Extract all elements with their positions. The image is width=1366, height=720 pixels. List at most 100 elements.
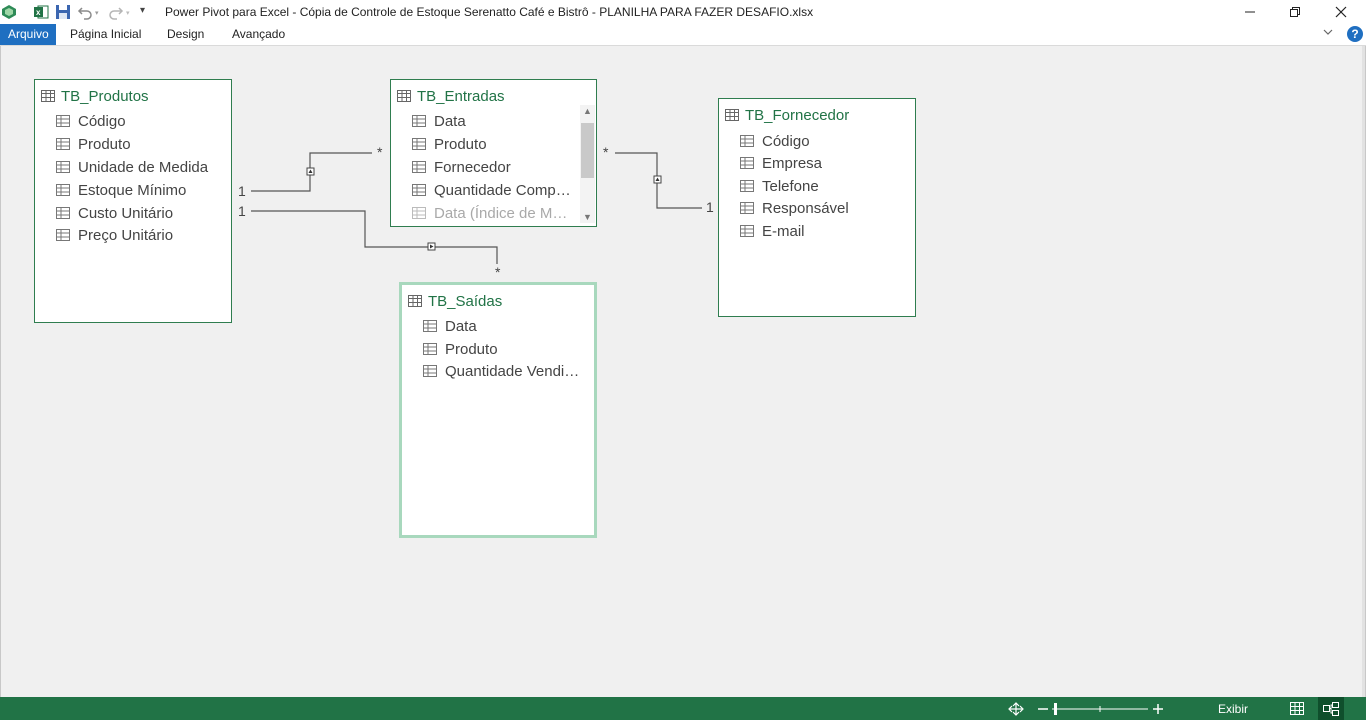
fit-to-screen-icon[interactable] [1007, 697, 1025, 720]
table-card-tb-fornecedor[interactable]: TB_Fornecedor Código Empresa Telefone Re… [718, 98, 916, 317]
field-label: Custo Unitário [78, 204, 174, 222]
column-icon [412, 184, 426, 196]
table-card-tb-produtos[interactable]: TB_Produtos Código Produto Unidade de Me… [34, 79, 232, 323]
column-icon [740, 225, 754, 237]
table-header[interactable]: TB_Produtos [41, 86, 149, 106]
grid-view-icon [1290, 702, 1304, 715]
field-label: Código [762, 132, 810, 150]
field-item[interactable]: Código [740, 131, 810, 151]
close-button[interactable] [1318, 0, 1364, 24]
field-item[interactable]: Data [423, 316, 477, 336]
diagram-view-button[interactable] [1318, 697, 1344, 720]
field-item[interactable]: Quantidade Comp… [412, 180, 571, 200]
field-item[interactable]: Produto [423, 339, 498, 359]
help-button[interactable]: ? [1347, 26, 1363, 42]
column-icon [423, 343, 437, 355]
scrollbar-thumb[interactable] [581, 123, 594, 178]
zoom-slider[interactable] [1052, 697, 1148, 720]
field-item[interactable]: Telefone [740, 176, 819, 196]
column-icon [56, 207, 70, 219]
field-item[interactable]: Unidade de Medida [56, 157, 208, 177]
tab-design[interactable]: Design [159, 24, 212, 45]
undo-dropdown-icon[interactable]: ▾ [95, 9, 99, 17]
scroll-up-icon[interactable]: ▲ [580, 106, 595, 116]
column-icon [56, 115, 70, 127]
power-pivot-window: x ▾ ▾ ▾ Power Pivot para Excel - Cópia d… [0, 0, 1366, 720]
scroll-down-icon[interactable]: ▼ [580, 212, 595, 222]
restore-icon [1290, 7, 1300, 17]
table-title: TB_Fornecedor [745, 106, 850, 124]
field-label: Data [434, 112, 466, 130]
cardinality-many: * [495, 264, 501, 280]
field-label: Empresa [762, 154, 823, 172]
field-item[interactable]: Estoque Mínimo [56, 180, 186, 200]
table-title: TB_Entradas [417, 87, 505, 105]
field-item[interactable]: Quantidade Vendi… [423, 361, 579, 381]
view-label: Exibir [1218, 701, 1249, 716]
table-card-tb-entradas[interactable]: TB_Entradas Data Produto Fornecedor Quan… [390, 79, 597, 227]
field-item[interactable]: Data (Índice de M… [412, 203, 567, 223]
power-pivot-logo-icon[interactable] [1, 4, 17, 20]
table-scrollbar[interactable]: ▲ ▼ [580, 105, 595, 223]
ribbon-tabs: Arquivo Página Inicial Design Avançado [0, 24, 1366, 46]
field-item[interactable]: Data [412, 111, 466, 131]
tab-arquivo[interactable]: Arquivo [0, 24, 56, 45]
table-header[interactable]: TB_Entradas [397, 86, 505, 106]
field-label: Unidade de Medida [78, 158, 209, 176]
cardinality-one: 1 [238, 203, 246, 219]
field-label: Estoque Mínimo [78, 181, 187, 199]
save-icon[interactable] [55, 4, 71, 20]
data-view-button[interactable] [1290, 697, 1304, 720]
tab-pagina-inicial[interactable]: Página Inicial [62, 24, 149, 45]
field-label: Data (Índice de M… [434, 204, 568, 222]
field-item[interactable]: Produto [412, 134, 487, 154]
field-label: Produto [78, 135, 131, 153]
field-item[interactable]: Produto [56, 134, 131, 154]
column-icon [56, 161, 70, 173]
field-label: Produto [445, 340, 498, 358]
column-icon [740, 202, 754, 214]
field-item[interactable]: Fornecedor [412, 157, 511, 177]
tab-avancado[interactable]: Avançado [224, 24, 293, 45]
zoom-out-icon[interactable] [1038, 697, 1048, 720]
field-label: Data [445, 317, 477, 335]
diagram-canvas[interactable]: 1 * 1 * 1 * TB_Produtos Código Produto U… [0, 46, 1366, 697]
field-label: Código [78, 112, 126, 130]
field-item[interactable]: Código [56, 111, 126, 131]
minimize-button[interactable] [1227, 0, 1273, 24]
redo-dropdown-icon[interactable]: ▾ [126, 9, 130, 17]
cardinality-one: 1 [706, 199, 714, 215]
field-label: Quantidade Vendi… [445, 362, 580, 380]
field-item[interactable]: Preço Unitário [56, 225, 173, 245]
restore-button[interactable] [1272, 0, 1318, 24]
table-icon [725, 109, 739, 121]
field-item[interactable]: E-mail [740, 221, 805, 241]
field-label: Preço Unitário [78, 226, 174, 244]
zoom-in-icon[interactable] [1153, 697, 1163, 720]
table-icon [397, 90, 411, 102]
close-icon [1335, 6, 1347, 18]
collapse-ribbon-icon[interactable] [1323, 27, 1333, 40]
field-item[interactable]: Custo Unitário [56, 203, 173, 223]
column-icon [56, 184, 70, 196]
customize-qat-icon[interactable]: ▾ [140, 5, 145, 16]
field-item[interactable]: Responsável [740, 198, 849, 218]
svg-text:x: x [36, 8, 41, 17]
redo-icon[interactable] [108, 4, 124, 20]
field-label: Produto [434, 135, 487, 153]
field-item[interactable]: Empresa [740, 153, 822, 173]
column-icon [740, 135, 754, 147]
table-title: TB_Produtos [61, 87, 149, 105]
column-icon [412, 138, 426, 150]
table-card-tb-saidas[interactable]: TB_Saídas Data Produto Quantidade Vendi… [399, 282, 597, 538]
table-icon [408, 295, 422, 307]
cardinality-many: * [377, 144, 383, 160]
column-icon [740, 157, 754, 169]
excel-icon[interactable]: x [33, 4, 49, 20]
column-icon [56, 229, 70, 241]
cardinality-many: * [603, 144, 609, 160]
table-header[interactable]: TB_Saídas [408, 291, 502, 311]
undo-icon[interactable] [77, 4, 93, 20]
window-title: Power Pivot para Excel - Cópia de Contro… [165, 5, 814, 19]
table-header[interactable]: TB_Fornecedor [725, 105, 849, 125]
